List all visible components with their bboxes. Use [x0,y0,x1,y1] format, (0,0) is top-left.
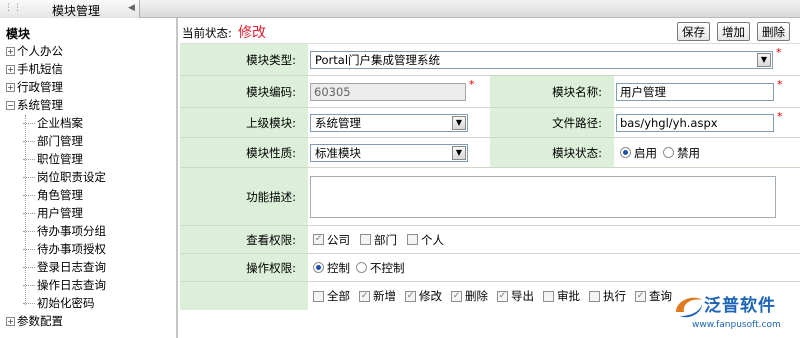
op-export-checkbox[interactable]: 导出 [497,288,534,304]
module-name-label: 模块名称: [490,76,614,107]
description-textarea[interactable] [310,175,776,218]
tree-node-personal-office[interactable]: + 个人办公 [6,43,63,61]
status-disabled-radio[interactable]: 禁用 [663,145,700,161]
operations-label [180,282,308,310]
tree-item-user[interactable]: 用户管理 [23,205,83,223]
tree-node-label: 行政管理 [17,80,63,94]
tree-item-duty[interactable]: 岗位职责设定 [23,169,106,187]
logo-swirl-icon [676,297,702,318]
view-permission-label: 查看权限: [180,226,308,253]
tree-node-params[interactable]: + 参数配置 [6,313,63,331]
module-nature-label: 模块性质: [180,138,308,167]
tree-item-init-password[interactable]: 初始化密码 [23,295,95,313]
op-execute-checkbox[interactable]: 执行 [589,288,626,304]
window-titlebar: ⋮⋮ 模块管理 ◀ [0,0,800,18]
tree-item-todo-auth[interactable]: 待办事项授权 [23,241,106,259]
row-description: 功能描述: [180,168,800,226]
tree-node-label: 系统管理 [17,98,63,112]
tree-node-label: 手机短信 [17,62,63,76]
view-company-checkbox[interactable]: 公司 [313,232,350,248]
module-tab[interactable]: ⋮⋮ 模块管理 ◀ [0,0,140,18]
module-name-input[interactable] [616,82,774,101]
module-type-select[interactable]: Portal门户集成管理系统 ▼ [310,50,773,69]
tree-node-label: 个人办公 [17,44,63,58]
status-label: 当前状态: [182,26,232,40]
tree-item-position[interactable]: 职位管理 [23,151,83,169]
logo-url: www.fanpusoft.com [692,320,781,330]
description-label: 功能描述: [180,168,308,225]
module-status-label: 模块状态: [490,138,614,167]
op-edit-checkbox[interactable]: 修改 [405,288,442,304]
tab-arrow-icon[interactable]: ◀ [128,3,138,15]
expand-icon[interactable]: + [6,65,15,74]
file-path-label: 文件路径: [490,108,614,137]
file-path-input[interactable] [616,113,774,132]
op-add-checkbox[interactable]: 新增 [359,288,396,304]
expand-icon[interactable]: + [6,47,15,56]
required-marker: * [469,78,475,91]
row-parent-path: 上级模块: 系统管理 ▼ 文件路径: * [180,108,800,138]
status-enabled-radio[interactable]: 启用 [620,145,657,161]
tree-node-sms[interactable]: + 手机短信 [6,61,63,79]
tree-node-admin[interactable]: + 行政管理 [6,79,63,97]
tree-node-label: 参数配置 [17,314,63,328]
module-code-input[interactable] [310,82,466,101]
collapse-icon[interactable]: − [6,101,15,110]
tree-item-department[interactable]: 部门管理 [23,133,83,151]
module-code-label: 模块编码: [180,76,308,107]
logo-name: 泛普软件 [704,296,776,316]
status-bar: 当前状态: 修改 保存 增加 删除 [180,18,800,44]
tree-item-todo-group[interactable]: 待办事项分组 [23,223,106,241]
row-nature-status: 模块性质: 标准模块 ▼ 模块状态: 启用 禁用 [180,138,800,168]
view-personal-checkbox[interactable]: 个人 [407,232,444,248]
tree-node-system[interactable]: − 系统管理 [6,97,63,115]
module-nature-select[interactable]: 标准模块 ▼ [310,143,468,162]
fanpu-logo: 泛普软件 www.fanpusoft.com [662,290,800,338]
grip-icon: ⋮⋮ [4,3,22,13]
expand-icon[interactable]: + [6,317,15,326]
tree-item-company-profile[interactable]: 企业档案 [23,115,83,133]
row-view-permission: 查看权限: 公司 部门 个人 [180,226,800,254]
status-value: 修改 [238,25,266,41]
chevron-down-icon[interactable]: ▼ [757,52,771,67]
operate-control-radio[interactable]: 控制 [313,260,350,276]
parent-module-select[interactable]: 系统管理 ▼ [310,113,468,132]
delete-button[interactable]: 删除 [757,22,790,41]
op-approve-checkbox[interactable]: 审批 [543,288,580,304]
required-marker: * [777,78,783,91]
expand-icon[interactable]: + [6,83,15,92]
row-operate-permission: 操作权限: 控制 不控制 [180,254,800,282]
chevron-down-icon[interactable]: ▼ [452,115,466,130]
row-code-name: 模块编码: * 模块名称: * [180,76,800,108]
required-marker: * [777,110,783,123]
op-all-checkbox[interactable]: 全部 [313,288,350,304]
parent-module-label: 上级模块: [180,108,308,137]
operate-permission-label: 操作权限: [180,254,308,281]
op-delete-checkbox[interactable]: 删除 [451,288,488,304]
save-button[interactable]: 保存 [677,22,710,41]
required-marker: * [776,46,782,59]
add-button[interactable]: 增加 [717,22,750,41]
tree-connector [25,115,26,305]
tree-item-login-log[interactable]: 登录日志查询 [23,259,106,277]
tree-root[interactable]: 模块 [6,25,30,42]
view-department-checkbox[interactable]: 部门 [360,232,397,248]
window-title: 模块管理 [52,4,101,18]
sidebar-tree: 模块 + 个人办公 + 手机短信 + 行政管理 − 系统管理 企业档案 部门管理 职位管… [0,18,178,338]
tree-item-op-log[interactable]: 操作日志查询 [23,277,106,295]
module-type-label: 模块类型: [180,44,308,75]
operate-no-control-radio[interactable]: 不控制 [356,260,405,276]
tree-item-role[interactable]: 角色管理 [23,187,83,205]
chevron-down-icon[interactable]: ▼ [452,145,466,160]
row-module-type: 模块类型: Portal门户集成管理系统 ▼ * [180,44,800,76]
